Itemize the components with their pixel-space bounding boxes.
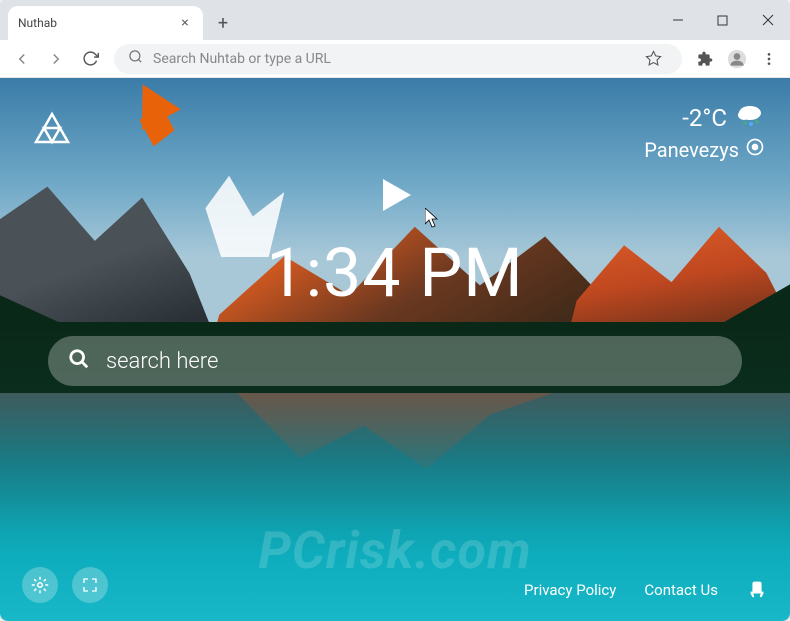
titlebar: Nuthab × + — [0, 0, 790, 40]
play-icon[interactable] — [373, 173, 417, 221]
search-icon — [128, 49, 143, 68]
reload-button[interactable] — [74, 43, 106, 75]
bookmark-star-icon[interactable] — [638, 44, 668, 74]
forward-button[interactable] — [40, 43, 72, 75]
new-tab-button[interactable]: + — [209, 9, 237, 37]
menu-icon[interactable] — [754, 44, 784, 74]
privacy-policy-link[interactable]: Privacy Policy — [524, 581, 616, 599]
close-tab-icon[interactable]: × — [177, 15, 193, 31]
contact-us-link[interactable]: Contact Us — [644, 581, 718, 599]
clock-time: 1:34 PM — [0, 233, 790, 313]
weather-cloud-icon — [735, 103, 765, 133]
temperature-value: -2°C — [682, 104, 727, 132]
address-bar-placeholder: Search Nuhtab or type a URL — [153, 51, 638, 67]
address-bar[interactable]: Search Nuhtab or type a URL — [114, 44, 682, 74]
app-logo-icon[interactable] — [30, 108, 74, 152]
chair-icon[interactable] — [746, 577, 768, 603]
location-name: Panevezys — [644, 138, 739, 162]
minimize-button[interactable] — [655, 0, 700, 40]
weather-location: Panevezys — [644, 137, 765, 162]
weather-temperature: -2°C — [644, 103, 765, 133]
location-pin-icon — [745, 137, 765, 162]
weather-widget[interactable]: -2°C Panevezys — [644, 103, 765, 162]
maximize-button[interactable] — [700, 0, 745, 40]
close-window-button[interactable] — [745, 0, 790, 40]
bottom-left-controls — [22, 567, 108, 603]
search-bar[interactable]: search here — [48, 336, 742, 386]
page-content: -2°C Panevezys 1:34 PM search here Priva… — [0, 78, 790, 621]
tab-title: Nuthab — [18, 16, 177, 30]
window-controls — [655, 0, 790, 40]
search-placeholder: search here — [106, 349, 218, 374]
back-button[interactable] — [6, 43, 38, 75]
browser-tab[interactable]: Nuthab × — [8, 6, 203, 40]
extensions-icon[interactable] — [690, 44, 720, 74]
toolbar: Search Nuhtab or type a URL — [0, 40, 790, 78]
profile-icon[interactable] — [722, 44, 752, 74]
settings-button[interactable] — [22, 567, 58, 603]
footer-links: Privacy Policy Contact Us — [524, 577, 768, 603]
browser-window: Nuthab × + Search Nuhtab or type a URL — [0, 0, 790, 621]
fullscreen-button[interactable] — [72, 567, 108, 603]
search-icon — [68, 348, 90, 374]
